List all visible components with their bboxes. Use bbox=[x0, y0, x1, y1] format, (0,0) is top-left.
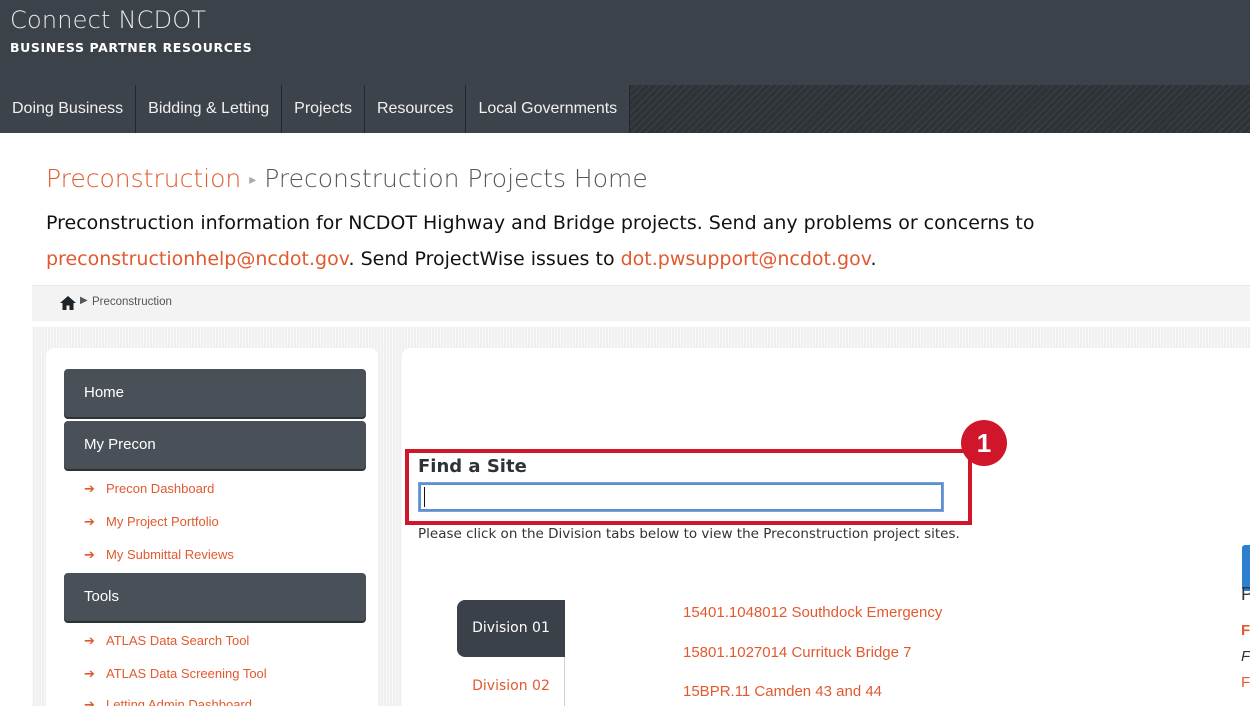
arrow-right-icon: ➔ bbox=[84, 547, 95, 562]
nav-items: Doing Business Bidding & Letting Project… bbox=[0, 85, 631, 133]
cutoff-text-char: F bbox=[1241, 648, 1250, 665]
nav-doing-business[interactable]: Doing Business bbox=[0, 85, 137, 133]
site-title[interactable]: Connect NCDOT bbox=[10, 6, 206, 34]
arrow-right-icon: ➔ bbox=[84, 514, 95, 529]
nav-bidding-letting[interactable]: Bidding & Letting bbox=[136, 85, 283, 133]
title-crumb-preconstruction[interactable]: Preconstruction bbox=[46, 164, 241, 193]
header-strip bbox=[0, 63, 1250, 85]
page-title: Preconstruction ▸ Preconstruction Projects… bbox=[46, 164, 648, 193]
intro-text: Preconstruction information for NCDOT Hi… bbox=[46, 205, 1250, 277]
sidebar-link-label: Precon Dashboard bbox=[106, 481, 215, 496]
arrow-right-icon: ➔ bbox=[84, 481, 95, 496]
cutoff-heading-char: P bbox=[1241, 584, 1250, 604]
sidebar-link-my-submittal-reviews[interactable]: ➔ My Submittal Reviews bbox=[84, 547, 234, 563]
intro-mid-text: . Send ProjectWise issues to bbox=[348, 248, 621, 270]
precon-help-email-link[interactable]: preconstructionhelp@ncdot.gov bbox=[46, 248, 349, 270]
project-link[interactable]: 15801.1027014 Currituck Bridge 7 bbox=[683, 644, 912, 661]
breadcrumb: ▶ Preconstruction bbox=[32, 285, 1250, 321]
nav-resources[interactable]: Resources bbox=[364, 85, 467, 133]
intro-line-2: preconstructionhelp@ncdot.gov. Send Proj… bbox=[46, 241, 1250, 277]
sidebar-link-precon-dashboard[interactable]: ➔ Precon Dashboard bbox=[84, 481, 214, 497]
intro-line-1: Preconstruction information for NCDOT Hi… bbox=[46, 212, 1035, 234]
arrow-right-icon: ➔ bbox=[84, 633, 95, 648]
site-subtitle: BUSINESS PARTNER RESOURCES bbox=[10, 40, 253, 55]
title-current: Preconstruction Projects Home bbox=[264, 164, 648, 193]
breadcrumb-current[interactable]: Preconstruction bbox=[92, 296, 172, 308]
annotation-badge: 1 bbox=[961, 420, 1007, 466]
sidebar-link-my-project-portfolio[interactable]: ➔ My Project Portfolio bbox=[84, 514, 219, 530]
sidebar-link-label: My Project Portfolio bbox=[106, 514, 219, 529]
nav-projects[interactable]: Projects bbox=[282, 85, 365, 133]
division-tabs: Division 01 Division 02 bbox=[457, 600, 565, 706]
project-link[interactable]: 15BPR.11 Camden 43 and 44 bbox=[683, 683, 882, 700]
sidebar-tools-button[interactable]: Tools bbox=[64, 573, 366, 621]
find-site-hint: Please click on the Division tabs below … bbox=[418, 526, 960, 542]
tab-division-01[interactable]: Division 01 bbox=[457, 600, 565, 657]
nav-local-governments[interactable]: Local Governments bbox=[466, 85, 631, 133]
main-nav: Doing Business Bidding & Letting Project… bbox=[0, 85, 1250, 133]
tab-division-02[interactable]: Division 02 bbox=[457, 660, 565, 706]
site-header: Connect NCDOT BUSINESS PARTNER RESOURCES bbox=[0, 0, 1250, 63]
sidebar-link-label: ATLAS Data Screening Tool bbox=[106, 666, 267, 681]
sidebar-link-label: ATLAS Data Search Tool bbox=[106, 633, 250, 648]
arrow-right-icon: ➔ bbox=[84, 697, 95, 706]
project-link[interactable]: 15401.1048012 Southdock Emergency bbox=[683, 604, 942, 621]
title-crumb-separator: ▸ bbox=[249, 172, 257, 188]
annotation-highlight-box bbox=[405, 449, 972, 525]
home-icon[interactable] bbox=[60, 296, 76, 310]
sidebar-link-label: My Submittal Reviews bbox=[106, 547, 234, 562]
cutoff-link-char: F bbox=[1241, 622, 1250, 639]
sidebar-my-precon-button[interactable]: My Precon bbox=[64, 421, 366, 469]
intro-end-text: . bbox=[870, 248, 877, 270]
sidebar-link-letting-admin[interactable]: ➔ Letting Admin Dashboard bbox=[84, 697, 252, 706]
sidebar-link-label: Letting Admin Dashboard bbox=[106, 697, 252, 706]
cutoff-link-char-2: F bbox=[1241, 674, 1250, 691]
breadcrumb-arrow-icon: ▶ bbox=[80, 295, 88, 306]
sidebar-home-button[interactable]: Home bbox=[64, 369, 366, 417]
sidebar-link-atlas-search[interactable]: ➔ ATLAS Data Search Tool bbox=[84, 633, 249, 649]
sidebar-link-atlas-screening[interactable]: ➔ ATLAS Data Screening Tool bbox=[84, 666, 267, 682]
pwsupport-email-link[interactable]: dot.pwsupport@ncdot.gov bbox=[621, 248, 871, 270]
arrow-right-icon: ➔ bbox=[84, 666, 95, 681]
